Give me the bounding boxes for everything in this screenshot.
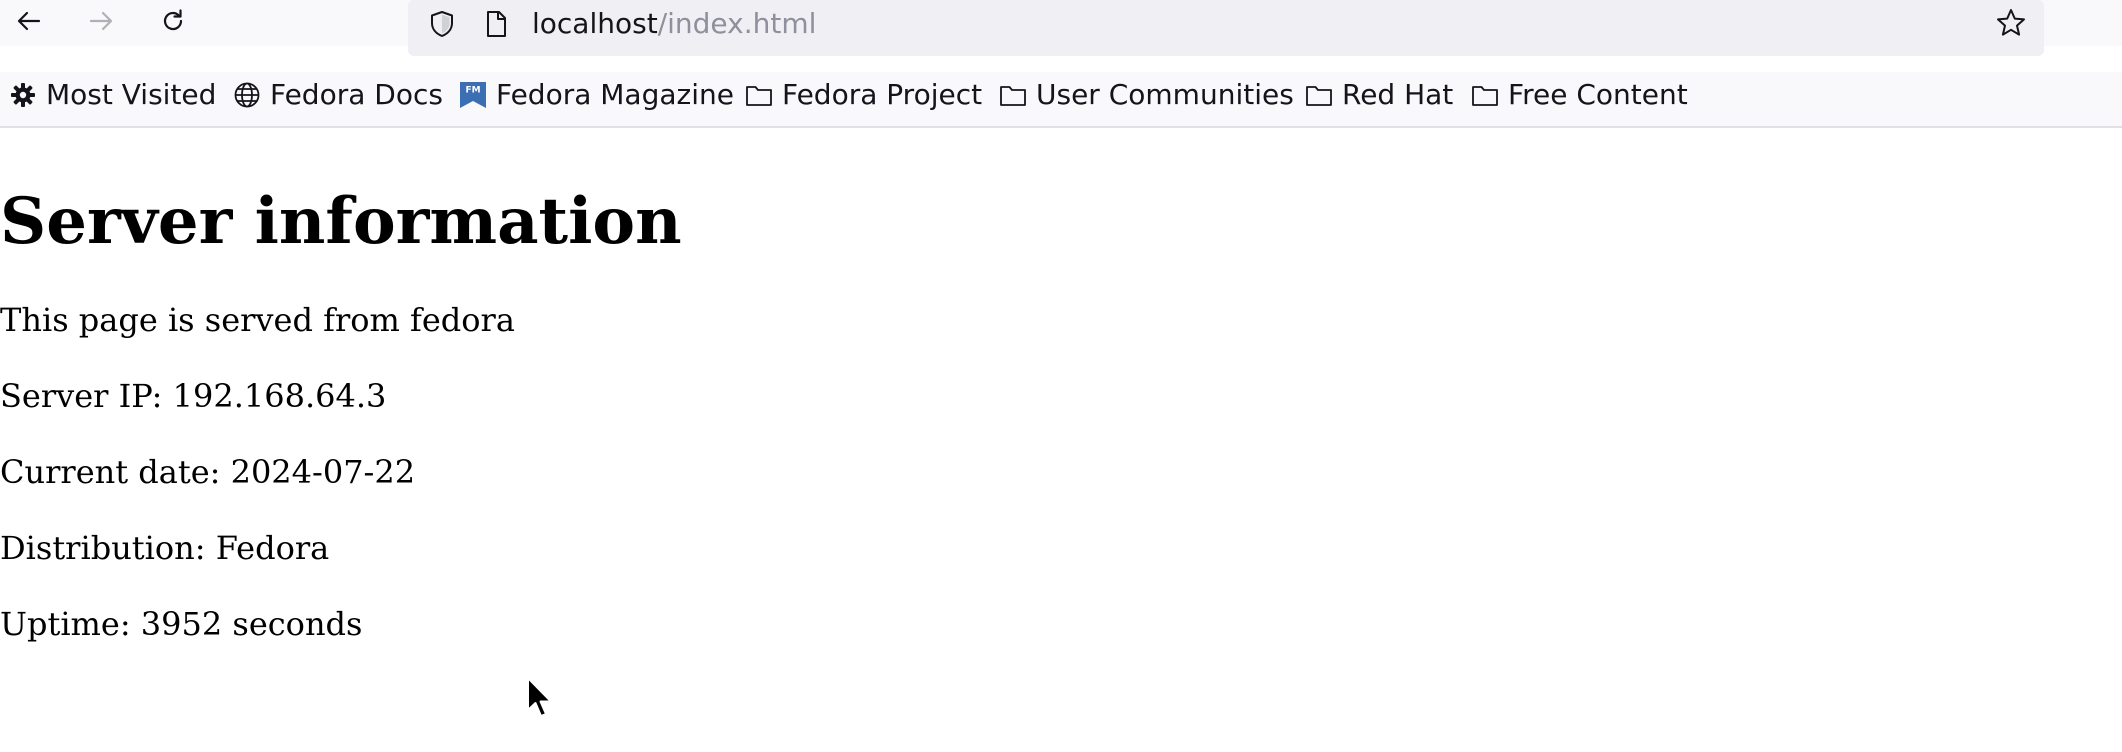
distribution-text: Distribution: Fedora <box>0 529 330 567</box>
bookmark-label: Fedora Magazine <box>496 78 734 111</box>
current-date-text: Current date: 2024-07-22 <box>0 453 416 491</box>
folder-icon <box>1306 86 1332 106</box>
mouse-cursor-icon <box>527 677 552 717</box>
arrow-right-icon <box>89 11 113 31</box>
bookmark-label: Red Hat <box>1342 78 1454 111</box>
bookmark-most-visited[interactable]: Most Visited <box>8 72 216 118</box>
bookmarks-toolbar: Most Visited Fedora Docs FM Fedora Magaz… <box>0 72 2122 128</box>
arrow-left-icon <box>17 11 41 31</box>
forward-button[interactable] <box>84 4 118 38</box>
navigation-toolbar: localhost/index.html <box>0 0 2122 56</box>
globe-icon <box>234 82 260 108</box>
bookmark-fedora-project[interactable]: Fedora Project <box>744 72 982 118</box>
bookmark-label: Fedora Docs <box>270 78 443 111</box>
bookmark-red-hat[interactable]: Red Hat <box>1304 72 1453 118</box>
page-icon[interactable] <box>480 8 512 40</box>
url-text[interactable]: localhost/index.html <box>532 6 816 42</box>
address-bar[interactable]: localhost/index.html <box>408 0 2044 56</box>
shield-icon[interactable] <box>426 8 458 40</box>
folder-icon <box>1000 86 1026 106</box>
reload-icon <box>163 9 183 31</box>
bookmark-label: Fedora Project <box>782 78 983 111</box>
page-title: Server information <box>0 184 682 259</box>
gear-icon <box>11 83 35 107</box>
server-ip-text: Server IP: 192.168.64.3 <box>0 377 387 415</box>
bookmark-free-content[interactable]: Free Content <box>1470 72 1688 118</box>
star-icon[interactable] <box>1994 6 2028 40</box>
reload-button[interactable] <box>156 4 190 38</box>
bookmark-fedora-magazine[interactable]: FM Fedora Magazine <box>458 72 734 118</box>
back-button[interactable] <box>12 4 46 38</box>
bookmark-user-communities[interactable]: User Communities <box>998 72 1294 118</box>
url-path: /index.html <box>657 7 817 40</box>
bookmark-label: Most Visited <box>46 78 217 111</box>
uptime-text: Uptime: 3952 seconds <box>0 605 363 643</box>
served-from-text: This page is served from fedora <box>0 301 515 339</box>
page-content: Server information This page is served f… <box>0 128 2122 752</box>
bookmark-label: Free Content <box>1508 78 1688 111</box>
bookmark-label: User Communities <box>1036 78 1294 111</box>
bookmark-fedora-docs[interactable]: Fedora Docs <box>232 72 443 118</box>
fedora-magazine-icon: FM <box>460 82 486 108</box>
folder-icon <box>1472 86 1498 106</box>
svg-text:FM: FM <box>465 86 480 96</box>
url-host: localhost <box>532 7 658 40</box>
folder-icon <box>746 86 772 106</box>
